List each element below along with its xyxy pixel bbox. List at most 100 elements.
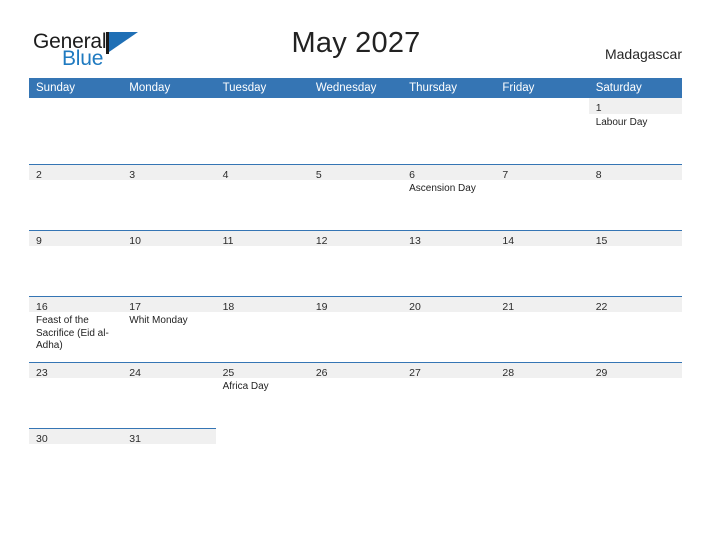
- calendar-day-cell[interactable]: 22: [588, 296, 682, 362]
- day-number: 5: [315, 169, 322, 181]
- day-number-band: 4: [215, 164, 309, 181]
- day-number-band: 25: [215, 362, 309, 379]
- day-number-band: 1: [588, 98, 682, 114]
- calendar-day-cell[interactable]: 27: [402, 362, 496, 428]
- day-cell-inner: [402, 98, 495, 164]
- calendar-day-cell[interactable]: 5: [308, 164, 403, 230]
- day-number-band: 26: [308, 362, 403, 379]
- day-number: 15: [595, 235, 608, 247]
- day-number-band: 16: [29, 296, 123, 313]
- calendar-day-cell[interactable]: 21: [495, 296, 589, 362]
- calendar-day-cell[interactable]: 4: [215, 164, 309, 230]
- day-number: 20: [409, 301, 421, 313]
- day-number-band: 14: [495, 230, 589, 247]
- calendar-day-cell[interactable]: 30: [29, 428, 123, 447]
- calendar-day-cell[interactable]: 8: [588, 164, 682, 230]
- day-cell-inner: [216, 98, 309, 164]
- day-number-band: 2: [29, 164, 123, 181]
- day-cell-inner: 13: [402, 230, 496, 296]
- calendar-day-cell[interactable]: 17 Whit Monday: [122, 296, 216, 362]
- day-number-band: 27: [402, 362, 496, 379]
- day-number: 9: [36, 235, 42, 247]
- calendar-day-cell[interactable]: 1 Labour Day: [588, 98, 682, 164]
- day-number: 17: [129, 301, 141, 313]
- holiday-label: Ascension Day: [409, 183, 476, 194]
- calendar-empty-cell: [402, 98, 496, 164]
- day-cell-inner: 1 Labour Day: [588, 98, 682, 164]
- day-cell-inner: [402, 428, 495, 447]
- empty-day-band: [29, 98, 122, 114]
- day-cell-inner: 25 Africa Day: [215, 362, 309, 428]
- calendar-day-cell[interactable]: 26: [308, 362, 403, 428]
- calendar-day-cell[interactable]: 29: [588, 362, 682, 428]
- day-number-band: 5: [308, 164, 403, 181]
- calendar-day-cell[interactable]: 20: [402, 296, 496, 362]
- calendar-day-cell[interactable]: 9: [29, 230, 123, 296]
- calendar-day-cell[interactable]: 14: [495, 230, 589, 296]
- calendar-empty-cell: [215, 98, 309, 164]
- empty-day-band: [402, 98, 495, 114]
- day-cell-inner: 31: [122, 428, 216, 447]
- day-cell-inner: 14: [495, 230, 589, 296]
- day-cell-inner: 21: [495, 296, 589, 362]
- weekday-friday: Friday: [495, 78, 589, 98]
- day-number: 18: [222, 301, 235, 313]
- calendar-day-cell[interactable]: 31: [122, 428, 216, 447]
- calendar-day-cell[interactable]: 12: [308, 230, 403, 296]
- day-number: 6: [409, 169, 415, 181]
- day-cell-inner: 29: [588, 362, 682, 428]
- empty-day-band: [589, 428, 682, 444]
- weekday-saturday: Saturday: [588, 78, 682, 98]
- calendar-day-cell[interactable]: 15: [588, 230, 682, 296]
- calendar-day-cell[interactable]: 24: [122, 362, 216, 428]
- day-cell-inner: [589, 428, 682, 447]
- page-header: General Blue May 2027 Madagascar: [0, 0, 712, 76]
- day-number: 27: [409, 367, 421, 379]
- day-number-band: 28: [495, 362, 589, 379]
- weekday-tuesday: Tuesday: [215, 78, 309, 98]
- day-number-band: 30: [29, 428, 123, 445]
- day-cell-inner: 28: [495, 362, 589, 428]
- day-number-band: 20: [402, 296, 496, 313]
- calendar-day-cell[interactable]: 6 Ascension Day: [402, 164, 496, 230]
- calendar-day-cell[interactable]: 13: [402, 230, 496, 296]
- calendar-day-cell[interactable]: 28: [495, 362, 589, 428]
- calendar-empty-cell: [29, 98, 123, 164]
- day-number: 22: [595, 301, 608, 313]
- day-number-band: 29: [588, 362, 682, 379]
- calendar-body: 1 Labour Day 2 3 4 5 6 Ascension Day 7 8 9 10 11 12 13…: [29, 98, 682, 447]
- day-number: 24: [129, 367, 141, 379]
- calendar-day-cell[interactable]: 23: [29, 362, 123, 428]
- calendar-day-cell[interactable]: 16 Feast of the Sacrifice (Eid al-Adha): [29, 296, 123, 362]
- calendar-empty-cell: [308, 98, 403, 164]
- day-cell-inner: [495, 428, 588, 447]
- calendar-empty-cell: [495, 428, 589, 447]
- calendar-week-row: 30 31: [29, 428, 682, 447]
- day-number-band: 22: [588, 296, 682, 313]
- day-cell-inner: 8: [588, 164, 682, 230]
- calendar-day-cell[interactable]: 2: [29, 164, 123, 230]
- calendar-day-cell[interactable]: 3: [122, 164, 216, 230]
- day-number-band: 18: [215, 296, 309, 313]
- empty-day-band: [309, 98, 402, 114]
- day-number: 1: [595, 102, 602, 114]
- day-number: 10: [129, 235, 141, 247]
- calendar-day-cell[interactable]: 19: [308, 296, 403, 362]
- day-cell-inner: 15: [588, 230, 682, 296]
- day-number: 21: [502, 301, 515, 313]
- day-number-band: 6: [402, 164, 496, 181]
- weekday-sunday: Sunday: [29, 78, 123, 98]
- day-number: 13: [409, 235, 421, 247]
- calendar-day-cell[interactable]: 18: [215, 296, 309, 362]
- day-cell-inner: 24: [122, 362, 216, 428]
- day-number-band: 24: [122, 362, 216, 379]
- day-cell-inner: 7: [495, 164, 589, 230]
- day-cell-inner: 30: [29, 428, 123, 447]
- calendar-day-cell[interactable]: 7: [495, 164, 589, 230]
- calendar-day-cell[interactable]: 25 Africa Day: [215, 362, 309, 428]
- day-number: 31: [129, 433, 141, 445]
- calendar-day-cell[interactable]: 11: [215, 230, 309, 296]
- calendar-empty-cell: [122, 98, 216, 164]
- day-number: 14: [502, 235, 515, 247]
- calendar-day-cell[interactable]: 10: [122, 230, 216, 296]
